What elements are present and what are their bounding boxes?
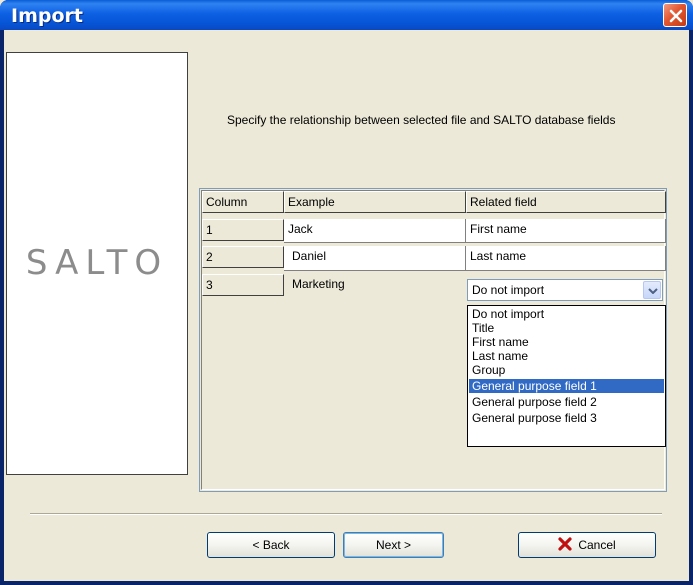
- example-cell[interactable]: Daniel: [284, 246, 466, 271]
- dropdown-option[interactable]: Title: [469, 321, 664, 335]
- next-button[interactable]: Next >: [343, 532, 444, 558]
- header-related-field[interactable]: Related field: [466, 191, 666, 213]
- cancel-button[interactable]: Cancel: [518, 532, 656, 558]
- next-button-label: Next >: [375, 538, 411, 552]
- header-example[interactable]: Example: [284, 191, 466, 213]
- combobox-value: Do not import: [472, 283, 545, 297]
- dropdown-option[interactable]: Group: [469, 363, 664, 377]
- row-number[interactable]: 1: [202, 219, 284, 241]
- example-cell[interactable]: Marketing: [284, 274, 466, 296]
- related-field-combobox[interactable]: Do not import: [467, 279, 663, 301]
- dropdown-option-highlighted[interactable]: General purpose field 1: [469, 379, 664, 393]
- salto-logo: SALTO: [25, 243, 169, 283]
- related-field-cell[interactable]: First name: [466, 219, 666, 243]
- import-dialog: Import SALTO Specify the relationship be…: [0, 0, 693, 585]
- dropdown-option[interactable]: First name: [469, 335, 664, 349]
- row-number[interactable]: 2: [202, 246, 284, 268]
- example-cell[interactable]: Jack: [284, 219, 466, 243]
- instruction-label: Specify the relationship between selecte…: [227, 113, 616, 127]
- title-bar[interactable]: Import: [0, 0, 693, 30]
- dropdown-option[interactable]: Do not import: [469, 307, 664, 321]
- dropdown-arrow-button[interactable]: [643, 281, 661, 299]
- back-button-label: < Back: [252, 538, 290, 552]
- back-button[interactable]: < Back: [207, 532, 335, 558]
- dropdown-option[interactable]: General purpose field 2: [469, 395, 664, 409]
- cancel-x-icon: [558, 537, 572, 551]
- window-title: Import: [11, 5, 83, 27]
- header-column[interactable]: Column: [202, 191, 284, 213]
- instruction-text: Specify the relationship between selecte…: [227, 113, 667, 127]
- close-button[interactable]: [663, 3, 687, 27]
- dropdown-option[interactable]: Last name: [469, 349, 664, 363]
- dropdown-option[interactable]: General purpose field 3: [469, 411, 664, 425]
- cancel-button-label: Cancel: [578, 538, 616, 552]
- chevron-down-icon: [648, 288, 658, 294]
- footer-separator: [30, 513, 662, 515]
- related-field-dropdown-list: Do not import Title First name Last name…: [467, 305, 666, 447]
- related-field-cell[interactable]: Last name: [466, 246, 666, 271]
- row-number[interactable]: 3: [202, 274, 284, 296]
- logo-panel: SALTO: [6, 52, 188, 475]
- close-icon: [669, 9, 683, 23]
